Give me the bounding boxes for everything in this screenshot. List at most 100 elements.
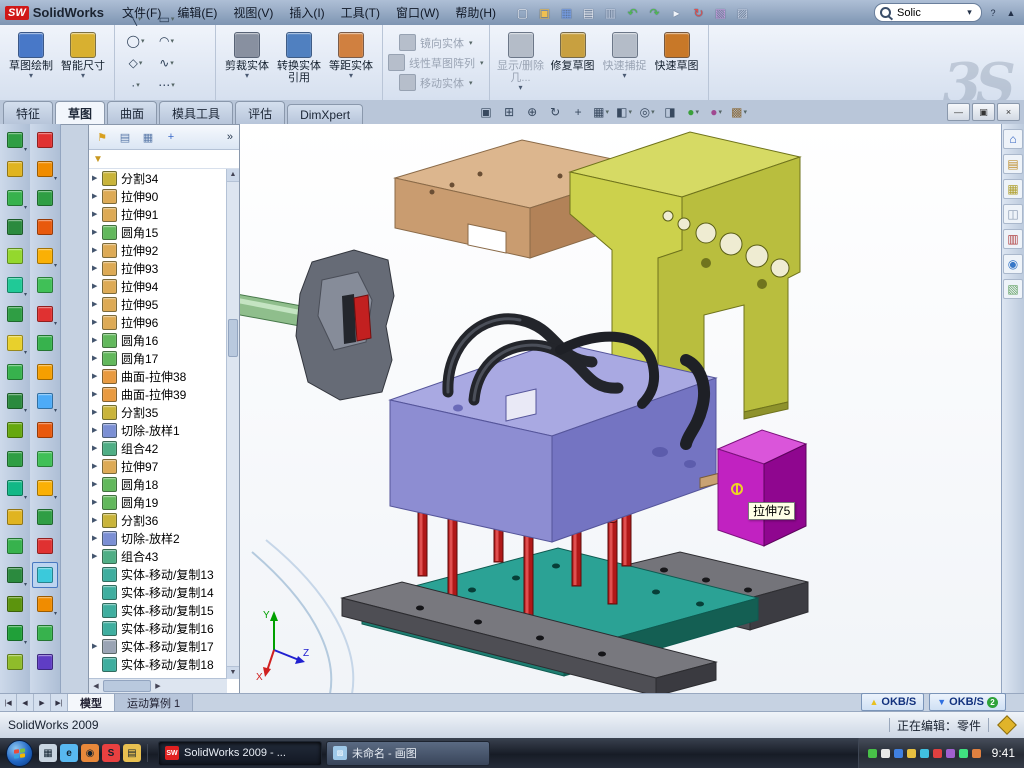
options-icon[interactable]: ▨ xyxy=(732,3,753,23)
tree-item[interactable]: ▶曲面-拉伸39 xyxy=(89,385,227,403)
panel-overflow-icon[interactable]: » xyxy=(224,131,236,143)
menu-视图(V)[interactable]: 视图(V) xyxy=(225,1,281,24)
cmd-button-镜向实体[interactable]: 镜向实体▾ xyxy=(399,34,473,51)
restore-button[interactable]: ▣ xyxy=(972,103,995,121)
section-view-button[interactable]: ◨ xyxy=(659,102,681,122)
open-icon[interactable]: ▣ xyxy=(534,3,555,23)
tree-item[interactable]: ▶圆角18 xyxy=(89,475,227,493)
scroll-up-icon[interactable]: ▲ xyxy=(227,169,239,182)
tool-icon[interactable]: ▾ xyxy=(2,388,28,414)
tool-icon[interactable] xyxy=(32,533,58,559)
cmd-button-智能尺寸[interactable]: 智能尺寸▾ xyxy=(57,28,109,97)
expand-icon[interactable]: ▶ xyxy=(92,372,102,380)
zoom-button[interactable]: ⊕ xyxy=(521,102,543,122)
cmd-button-快速草图[interactable]: 快速草图 xyxy=(651,28,703,97)
tool-icon[interactable] xyxy=(32,272,58,298)
tool-icon[interactable] xyxy=(32,330,58,356)
tool-icon[interactable]: ▾ xyxy=(32,243,58,269)
scrollbar-thumb[interactable] xyxy=(228,319,238,357)
tool-icon[interactable] xyxy=(32,504,58,530)
filter-funnel-icon[interactable]: ▼ xyxy=(93,154,103,165)
tool-icon[interactable]: ▾ xyxy=(2,272,28,298)
tool-icon[interactable] xyxy=(32,359,58,385)
part-mold-body-purple[interactable] xyxy=(390,342,730,542)
tree-item[interactable]: ▶拉伸91 xyxy=(89,205,227,223)
tool-icon[interactable] xyxy=(32,620,58,646)
file-explorer-icon[interactable]: ▦ xyxy=(1003,179,1023,199)
tool-icon[interactable] xyxy=(2,446,28,472)
tab-模具工具[interactable]: 模具工具 xyxy=(159,101,233,124)
line-tool-button[interactable]: ╲▾ xyxy=(120,8,151,30)
tree-item[interactable]: ▶组合42 xyxy=(89,439,227,457)
apply-scene-button[interactable]: ●▾ xyxy=(705,102,727,122)
view-orientation-button[interactable]: ▦▾ xyxy=(590,102,612,122)
tree-item[interactable]: ▶拉伸96 xyxy=(89,313,227,331)
scroll-down-icon[interactable]: ▼ xyxy=(227,666,239,679)
tool-icon[interactable] xyxy=(32,562,58,588)
model-tab-运动算例 1[interactable]: 运动算例 1 xyxy=(115,694,193,712)
tray-icon[interactable] xyxy=(933,749,942,758)
menu-工具(T)[interactable]: 工具(T) xyxy=(333,1,388,24)
expand-icon[interactable]: ▶ xyxy=(92,264,102,272)
graphics-area[interactable]: Y Z X 拉伸75 xyxy=(240,124,1002,694)
part-clamp-gray[interactable] xyxy=(296,250,394,400)
tree-item[interactable]: ▶组合43 xyxy=(89,547,227,565)
tray-icon[interactable] xyxy=(959,749,968,758)
custom-properties-icon[interactable]: ▧ xyxy=(1003,279,1023,299)
taskbar-window[interactable]: SWSolidWorks 2009 - ... xyxy=(158,741,322,766)
propertymanager-tab-icon[interactable]: ▤ xyxy=(115,127,135,147)
search-input[interactable] xyxy=(895,6,963,20)
configurationmanager-tab-icon[interactable]: ▦ xyxy=(138,127,158,147)
print-icon[interactable]: ▤ xyxy=(578,3,599,23)
tree-item[interactable]: 实体-移动/复制14 xyxy=(89,583,227,601)
tool-icon[interactable] xyxy=(32,127,58,153)
expand-icon[interactable]: ▶ xyxy=(92,300,102,308)
tool-icon[interactable] xyxy=(2,156,28,182)
tree-item[interactable]: ▶圆角16 xyxy=(89,331,227,349)
solidworks-quicklaunch-icon[interactable]: S xyxy=(102,744,120,762)
design-library-icon[interactable]: ▤ xyxy=(1003,154,1023,174)
expand-icon[interactable]: ▶ xyxy=(92,354,102,362)
tool-icon[interactable] xyxy=(32,649,58,675)
select-icon[interactable]: ▸ xyxy=(666,3,687,23)
expand-icon[interactable]: ▶ xyxy=(92,246,102,254)
menu-窗口(W)[interactable]: 窗口(W) xyxy=(388,1,447,24)
tool-icon[interactable] xyxy=(2,591,28,617)
tree-item[interactable]: ▶曲面-拉伸38 xyxy=(89,367,227,385)
dropdown-icon[interactable]: ▾ xyxy=(170,59,174,67)
tree-item[interactable]: ▶拉伸94 xyxy=(89,277,227,295)
tool-icon[interactable]: ▾ xyxy=(32,591,58,617)
model-canvas[interactable]: Y Z X xyxy=(240,124,1002,694)
save-icon[interactable]: ▦ xyxy=(556,3,577,23)
search-dropdown-icon[interactable]: ▾ xyxy=(963,7,976,18)
tool-icon[interactable] xyxy=(2,243,28,269)
tool-icon[interactable] xyxy=(32,417,58,443)
zoom-fit-button[interactable]: ▣ xyxy=(475,102,497,122)
expand-icon[interactable]: ▶ xyxy=(92,336,102,344)
tab-草图[interactable]: 草图 xyxy=(55,101,105,124)
expand-icon[interactable]: ▶ xyxy=(92,282,102,290)
display-style-button[interactable]: ◧▾ xyxy=(613,102,635,122)
search-box[interactable]: ▾ xyxy=(874,3,982,22)
menu-插入(I)[interactable]: 插入(I) xyxy=(281,1,332,24)
cmd-button-转换实体引用[interactable]: 转换实体引用 xyxy=(273,28,325,97)
tool-icon[interactable]: ▾ xyxy=(32,156,58,182)
start-button[interactable] xyxy=(6,740,33,767)
tool-icon[interactable] xyxy=(32,446,58,472)
tree-item[interactable]: 实体-移动/复制16 xyxy=(89,619,227,637)
tool-icon[interactable]: ▾ xyxy=(2,562,28,588)
dropdown-icon[interactable]: ▾ xyxy=(138,15,142,23)
pan-button[interactable]: + xyxy=(567,102,589,122)
tool-icon[interactable]: ▾ xyxy=(2,475,28,501)
dropdown-icon[interactable]: ▾ xyxy=(141,37,145,45)
tool-icon[interactable]: ▾ xyxy=(2,620,28,646)
dropdown-icon[interactable]: ▾ xyxy=(171,81,175,89)
tree-item[interactable]: ▶切除-放样2 xyxy=(89,529,227,547)
tool-icon[interactable]: ▾ xyxy=(2,330,28,356)
tool-icon[interactable]: ▾ xyxy=(32,388,58,414)
cmd-button-剪裁实体[interactable]: 剪裁实体▾ xyxy=(221,28,273,97)
taskbar-clock[interactable]: 9:41 xyxy=(992,746,1015,760)
expand-icon[interactable]: ▶ xyxy=(92,534,102,542)
centerline-tool-button[interactable]: ⋯▾ xyxy=(151,74,182,96)
tool-icon[interactable] xyxy=(2,649,28,675)
